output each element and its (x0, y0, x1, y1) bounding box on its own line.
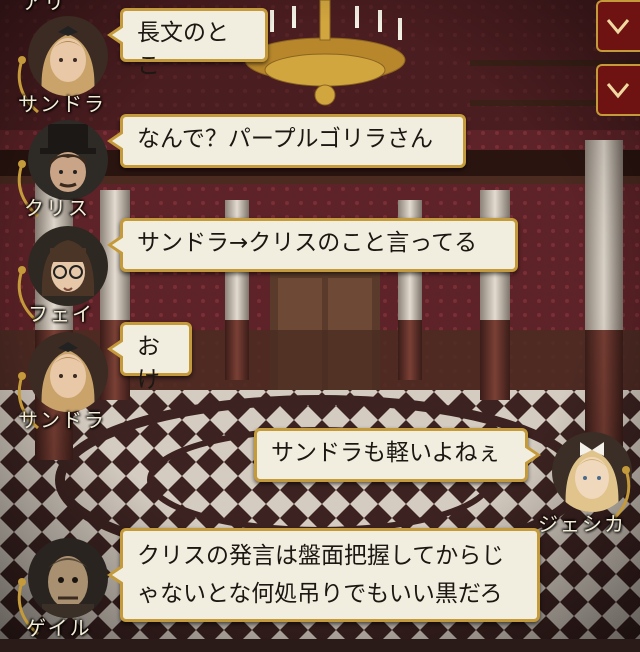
speaker-name-partial: アリ (22, 0, 66, 14)
avatar-gale[interactable] (28, 538, 108, 618)
speaker-name: クリス (24, 196, 90, 220)
avatar-sandra[interactable] (28, 16, 108, 96)
avatar-sandra[interactable] (28, 332, 108, 412)
chat-bubble: サンドラも軽いよねぇ (254, 428, 541, 482)
scroll-down-button-1[interactable] (596, 0, 640, 52)
chat-bubble: クリスの発言は盤面把握してからじ ゃないとな何処吊りでもいい黒だろ (107, 528, 540, 622)
chat-bubble-line: クリスの発言は盤面把握してからじ (137, 543, 505, 569)
speaker-name: ゲイル (26, 616, 92, 640)
speaker-name: サンドラ (18, 408, 106, 432)
speaker-name: サンドラ (18, 92, 106, 116)
chevron-down-icon (606, 19, 630, 35)
speaker-name: フェイ (28, 302, 94, 326)
chat-bubble: サンドラ→クリスのこと言ってる (107, 218, 518, 272)
chat-bubble: なんで？パープルゴリラさん (107, 114, 466, 168)
avatar-jessica[interactable] (552, 432, 632, 512)
speaker-name: ジェシカ (538, 512, 626, 536)
chat-bubble: 長文のとこ (107, 8, 268, 79)
avatar-faye[interactable] (28, 226, 108, 306)
scroll-down-button-2[interactable] (596, 64, 640, 116)
avatar-chris[interactable] (28, 120, 108, 200)
chevron-down-icon (606, 83, 630, 99)
chat-bubble: おけ (107, 322, 192, 393)
chat-bubble-line: ゃないとな何処吊りでもいい黒だろ (137, 581, 503, 607)
